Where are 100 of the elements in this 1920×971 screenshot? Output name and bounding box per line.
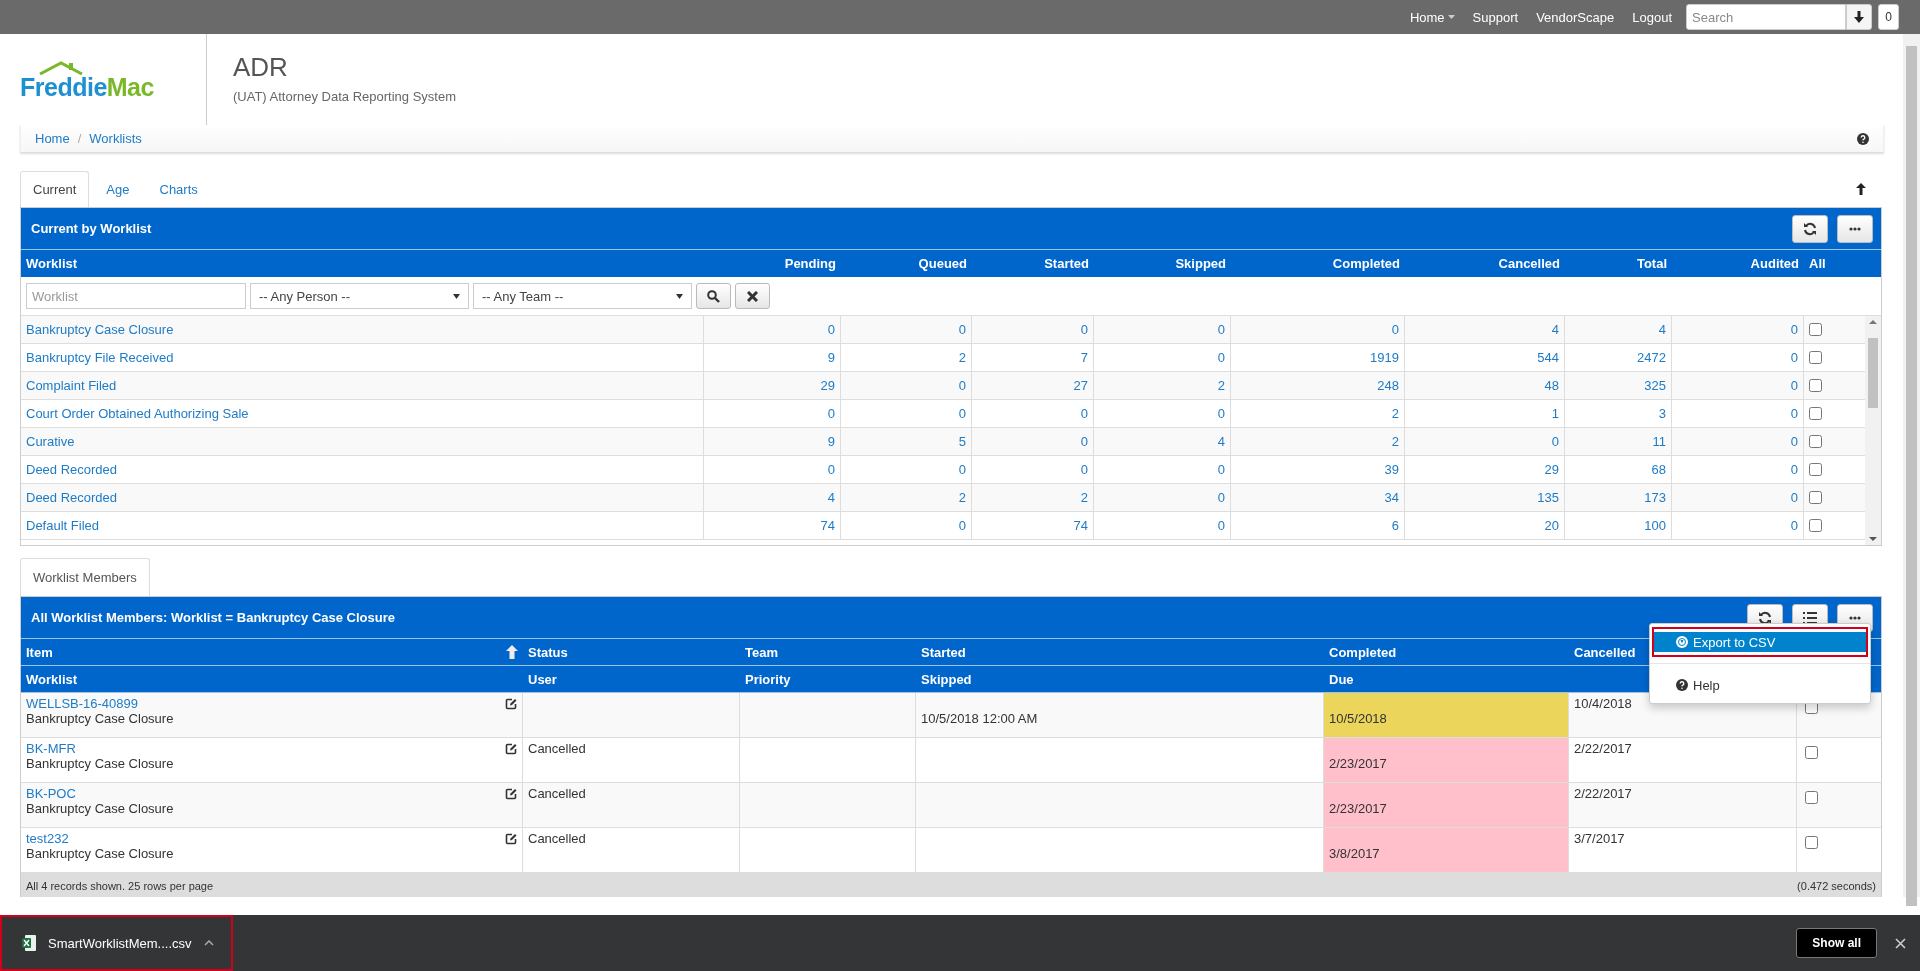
count-link[interactable]: 2 <box>1217 378 1225 393</box>
scrollbar[interactable] <box>1865 316 1881 545</box>
count-link[interactable]: 6 <box>1391 518 1399 533</box>
count-link[interactable]: 4 <box>827 490 835 505</box>
count-link[interactable]: 2472 <box>1637 350 1666 365</box>
count-link[interactable]: 27 <box>1073 378 1088 393</box>
count-link[interactable]: 0 <box>1790 434 1798 449</box>
count-link[interactable]: 0 <box>1790 322 1798 337</box>
menu-item[interactable]: Help <box>1654 675 1866 695</box>
count-link[interactable]: 7 <box>1080 350 1088 365</box>
item-link[interactable]: WELLSB-16-40899 <box>26 696 138 711</box>
count-link[interactable]: 325 <box>1644 378 1666 393</box>
row-checkbox[interactable] <box>1809 491 1822 504</box>
row-checkbox[interactable] <box>1805 836 1818 849</box>
count-link[interactable]: 11 <box>1652 434 1666 449</box>
count-link[interactable]: 0 <box>827 406 835 421</box>
count-link[interactable]: 3 <box>1658 406 1666 421</box>
count-link[interactable]: 0 <box>1217 322 1225 337</box>
count-link[interactable]: 0 <box>1790 378 1798 393</box>
count-link[interactable]: 0 <box>958 406 966 421</box>
count-link[interactable]: 20 <box>1544 518 1559 533</box>
row-checkbox[interactable] <box>1809 463 1822 476</box>
count-link[interactable]: 9 <box>827 350 835 365</box>
count-link[interactable]: 100 <box>1644 518 1666 533</box>
count-link[interactable]: 0 <box>1217 406 1225 421</box>
count-link[interactable]: 0 <box>958 518 966 533</box>
count-link[interactable]: 0 <box>1080 322 1088 337</box>
count-link[interactable]: 1 <box>1551 406 1559 421</box>
nav-link[interactable]: Support <box>1463 9 1528 25</box>
count-link[interactable]: 0 <box>1790 350 1798 365</box>
count-link[interactable]: 5 <box>958 434 966 449</box>
dropdown-field[interactable]: -- Any Team -- <box>473 283 692 309</box>
item-link[interactable]: BK-POC <box>26 786 76 801</box>
count-link[interactable]: 0 <box>1790 518 1798 533</box>
menu-item[interactable]: Export to CSV <box>1654 632 1866 652</box>
count-link[interactable]: 173 <box>1644 490 1666 505</box>
tab[interactable]: Worklist Members <box>20 558 150 596</box>
row-checkbox[interactable] <box>1809 323 1822 336</box>
tab[interactable]: Charts <box>146 171 211 207</box>
count-link[interactable]: 34 <box>1384 490 1399 505</box>
search-field[interactable]: Search <box>1686 4 1846 30</box>
worklist-link[interactable]: Court Order Obtained Authorizing Sale <box>26 406 249 421</box>
count-link[interactable]: 0 <box>958 462 966 477</box>
count-link[interactable]: 0 <box>1551 434 1559 449</box>
count-link[interactable]: 74 <box>820 518 835 533</box>
tab[interactable]: Current <box>20 171 90 207</box>
download-item[interactable]: SmartWorklistMem....csv <box>0 915 233 971</box>
count-link[interactable]: 0 <box>1391 322 1399 337</box>
count-link[interactable]: 0 <box>958 322 966 337</box>
worklist-link[interactable]: Deed Recorded <box>26 462 118 477</box>
close-icon[interactable] <box>1895 937 1906 949</box>
scrollbar-thumb[interactable] <box>1906 46 1917 906</box>
count-link[interactable]: 544 <box>1537 350 1559 365</box>
count-link[interactable]: 74 <box>1073 518 1088 533</box>
item-link[interactable]: test232 <box>26 831 69 846</box>
row-checkbox[interactable] <box>1809 435 1822 448</box>
clear-button[interactable] <box>735 283 770 309</box>
count-link[interactable]: 0 <box>958 378 966 393</box>
count-link[interactable]: 248 <box>1377 378 1399 393</box>
count-link[interactable]: 0 <box>1080 462 1088 477</box>
breadcrumb-link[interactable]: Home <box>35 131 70 146</box>
count-link[interactable]: 0 <box>1217 518 1225 533</box>
count-link[interactable]: 48 <box>1544 378 1559 393</box>
count-link[interactable]: 0 <box>1790 490 1798 505</box>
search-button[interactable] <box>696 283 731 309</box>
dropdown-field[interactable]: -- Any Person -- <box>250 283 469 309</box>
nav-link[interactable]: VendorScape <box>1527 9 1624 25</box>
count-link[interactable]: 9 <box>827 434 835 449</box>
count-link[interactable]: 0 <box>1217 490 1225 505</box>
count-link[interactable]: 2 <box>1391 434 1399 449</box>
row-checkbox[interactable] <box>1805 701 1818 714</box>
row-checkbox[interactable] <box>1809 407 1822 420</box>
count-link[interactable]: 2 <box>1080 490 1088 505</box>
download-button[interactable] <box>1846 4 1872 30</box>
row-checkbox[interactable] <box>1809 519 1822 532</box>
show-all-button[interactable]: Show all <box>1796 928 1877 958</box>
count-link[interactable]: 0 <box>1080 406 1088 421</box>
count-link[interactable]: 0 <box>1790 462 1798 477</box>
count-link[interactable]: 0 <box>1217 350 1225 365</box>
count-link[interactable]: 2 <box>958 350 966 365</box>
count-link[interactable]: 0 <box>827 462 835 477</box>
count-link[interactable]: 2 <box>1391 406 1399 421</box>
row-checkbox[interactable] <box>1805 791 1818 804</box>
breadcrumb-link[interactable]: Worklists <box>89 131 142 146</box>
worklist-link[interactable]: Deed Recorded <box>26 490 118 505</box>
count-link[interactable]: 0 <box>827 322 835 337</box>
nav-link[interactable]: Home <box>1400 9 1464 25</box>
worklist-filter-field[interactable]: Worklist <box>26 283 246 309</box>
nav-link[interactable]: Logout <box>1623 9 1681 25</box>
count-link[interactable]: 4 <box>1217 434 1225 449</box>
worklist-link[interactable]: Default Filed <box>26 518 99 533</box>
worklist-link[interactable]: Bankruptcy Case Closure <box>26 322 174 337</box>
row-checkbox[interactable] <box>1805 746 1818 759</box>
row-checkbox[interactable] <box>1809 351 1822 364</box>
worklist-link[interactable]: Curative <box>26 434 75 449</box>
count-link[interactable]: 0 <box>1080 434 1088 449</box>
worklist-link[interactable]: Bankruptcy File Received <box>26 350 174 365</box>
count-link[interactable]: 135 <box>1537 490 1559 505</box>
count-link[interactable]: 4 <box>1658 322 1666 337</box>
row-checkbox[interactable] <box>1809 379 1822 392</box>
